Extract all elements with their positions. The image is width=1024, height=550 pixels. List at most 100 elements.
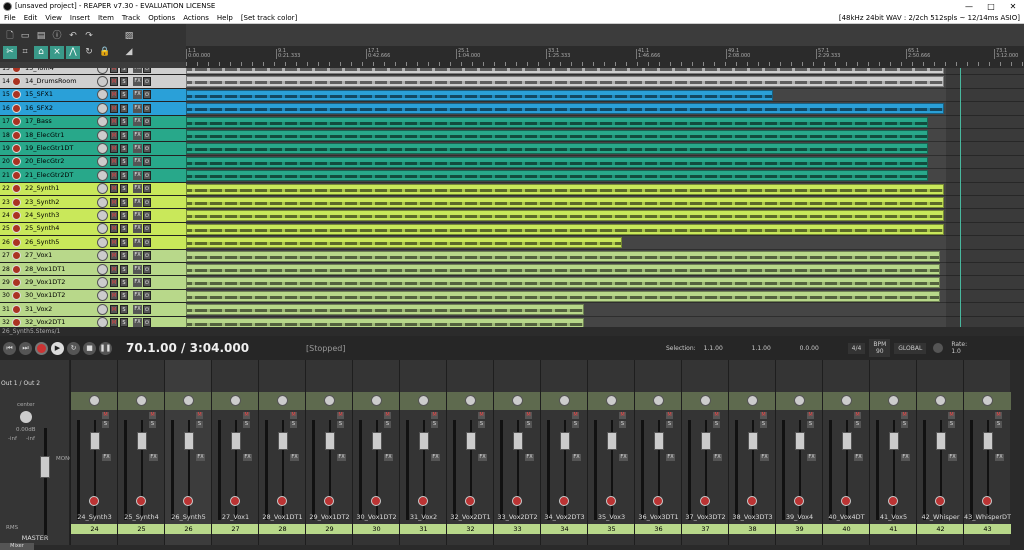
volume-fader[interactable] — [278, 432, 288, 450]
mute-button[interactable]: M — [384, 412, 391, 419]
save-project-icon[interactable]: ▤ — [34, 30, 48, 43]
record-arm-icon[interactable] — [653, 496, 663, 506]
solo-button[interactable]: S — [120, 68, 128, 73]
power-icon[interactable]: ⏻ — [143, 251, 151, 261]
loop-icon[interactable]: ↻ — [82, 46, 96, 59]
rate-display[interactable]: Rate: 1.0 — [951, 341, 967, 355]
volume-knob-icon[interactable] — [97, 183, 108, 195]
strip-name[interactable]: 33_Vox2DT2 — [494, 513, 541, 521]
solo-button[interactable]: S — [120, 278, 128, 288]
strip-name[interactable]: 29_Vox1DT2 — [306, 513, 353, 521]
track-row[interactable]: 20 20_ElecGtr2 M S FX ⏻ — [0, 155, 186, 170]
solo-button[interactable]: S — [120, 264, 128, 274]
pan-knob-icon[interactable] — [512, 395, 523, 406]
arrange-view[interactable] — [186, 68, 1024, 327]
mute-button[interactable]: M — [196, 412, 203, 419]
fx-button[interactable]: FX — [133, 184, 142, 194]
track-name[interactable]: 31_Vox2 — [23, 304, 83, 315]
maximize-button[interactable]: □ — [980, 2, 1002, 11]
volume-fader[interactable] — [560, 432, 570, 450]
strip-name[interactable]: 32_Vox2DT1 — [447, 513, 494, 521]
pan-knob-icon[interactable] — [888, 395, 899, 406]
mute-button[interactable]: M — [110, 237, 118, 247]
master-pan-knob[interactable] — [20, 411, 32, 423]
pan-knob-icon[interactable] — [982, 395, 993, 406]
volume-knob-icon[interactable] — [97, 290, 108, 302]
track-name[interactable]: 25_Synth4 — [23, 223, 83, 234]
mute-button[interactable]: M — [901, 412, 908, 419]
mute-button[interactable]: M — [110, 130, 118, 140]
media-item[interactable] — [186, 89, 773, 101]
track-name[interactable]: 13_Tom4 — [23, 68, 83, 74]
strip-name[interactable]: 41_Vox5 — [870, 513, 917, 521]
fx-button[interactable]: FX — [133, 224, 142, 234]
record-arm-icon[interactable] — [12, 264, 21, 274]
media-item[interactable] — [186, 277, 941, 289]
track-row[interactable]: 29 29_Vox1DT2 M S FX ⏻ — [0, 276, 186, 290]
power-icon[interactable]: ⏻ — [143, 318, 151, 327]
track-lane[interactable] — [186, 276, 1024, 290]
menu-actions[interactable]: Actions — [179, 14, 213, 22]
project-settings-icon[interactable]: ⓘ — [50, 30, 64, 43]
fx-button[interactable]: FX — [133, 68, 142, 73]
mute-button[interactable]: M — [110, 117, 118, 127]
track-lane[interactable] — [186, 263, 1024, 277]
power-icon[interactable]: ⏻ — [143, 68, 151, 73]
track-row[interactable]: 22 22_Synth1 M S FX ⏻ — [0, 182, 186, 196]
solo-button[interactable]: S — [337, 421, 344, 428]
media-item[interactable] — [186, 250, 941, 262]
mute-button[interactable]: M — [337, 412, 344, 419]
volume-knob-icon[interactable] — [97, 169, 108, 181]
fx-button[interactable]: FX — [133, 90, 142, 100]
mute-button[interactable]: M — [110, 318, 118, 327]
strip-name[interactable]: 38_Vox3DT3 — [729, 513, 776, 521]
power-icon[interactable]: ⏻ — [143, 157, 151, 167]
mute-button[interactable]: M — [110, 304, 118, 314]
track-lane[interactable] — [186, 223, 1024, 237]
power-icon[interactable]: ⏻ — [143, 90, 151, 100]
fx-button[interactable]: FX — [948, 454, 957, 461]
volume-fader[interactable] — [466, 432, 476, 450]
media-item[interactable] — [186, 170, 928, 182]
solo-button[interactable]: S — [525, 421, 532, 428]
go-to-start-button[interactable]: ⏮ — [3, 341, 16, 355]
strip-name[interactable]: 27_Vox1 — [212, 513, 259, 521]
fx-button[interactable]: FX — [478, 454, 487, 461]
mute-button[interactable]: M — [110, 197, 118, 207]
timeline-ruler[interactable]: 1.1 0:00.000 9.1 0:21.333 17.1 0:42.666 25.… — [186, 46, 1024, 68]
fx-button[interactable]: FX — [102, 454, 111, 461]
solo-button[interactable]: S — [120, 197, 128, 207]
record-arm-icon[interactable] — [12, 130, 21, 140]
record-arm-icon[interactable] — [418, 496, 428, 506]
volume-fader[interactable] — [936, 432, 946, 450]
track-row[interactable]: 31 31_Vox2 M S FX ⏻ — [0, 303, 186, 317]
solo-button[interactable]: S — [120, 211, 128, 221]
global-automation-button[interactable]: GLOBAL — [894, 342, 927, 354]
fx-button[interactable]: FX — [666, 454, 675, 461]
mute-button[interactable]: M — [807, 412, 814, 419]
media-item[interactable] — [186, 116, 928, 128]
fx-button[interactable]: FX — [133, 304, 142, 314]
record-arm-icon[interactable] — [465, 496, 475, 506]
track-name[interactable]: 24_Synth3 — [23, 210, 83, 221]
mute-button[interactable]: M — [110, 157, 118, 167]
close-button[interactable]: ✕ — [1002, 2, 1024, 11]
pan-knob-icon[interactable] — [324, 395, 335, 406]
strip-name[interactable]: 36_Vox3DT1 — [635, 513, 682, 521]
record-arm-icon[interactable] — [12, 304, 21, 314]
fx-button[interactable]: FX — [901, 454, 910, 461]
power-icon[interactable]: ⏻ — [143, 197, 151, 207]
solo-button[interactable]: S — [713, 421, 720, 428]
menu-insert[interactable]: Insert — [66, 14, 94, 22]
ripple-edit-icon[interactable]: ✂ — [3, 46, 17, 59]
solo-button[interactable]: S — [120, 77, 128, 87]
track-name[interactable]: 21_ElecGtr2DT — [23, 170, 83, 181]
volume-knob-icon[interactable] — [97, 223, 108, 235]
master-volume[interactable]: 0.00dB — [16, 427, 36, 433]
minimize-button[interactable]: — — [958, 2, 980, 11]
track-lane[interactable] — [186, 129, 1024, 143]
track-row[interactable]: 14 14_DrumsRoom M S FX ⏻ — [0, 75, 186, 89]
fx-button[interactable]: FX — [133, 130, 142, 140]
play-button[interactable]: ▶ — [51, 341, 64, 355]
fx-button[interactable]: FX — [133, 291, 142, 301]
